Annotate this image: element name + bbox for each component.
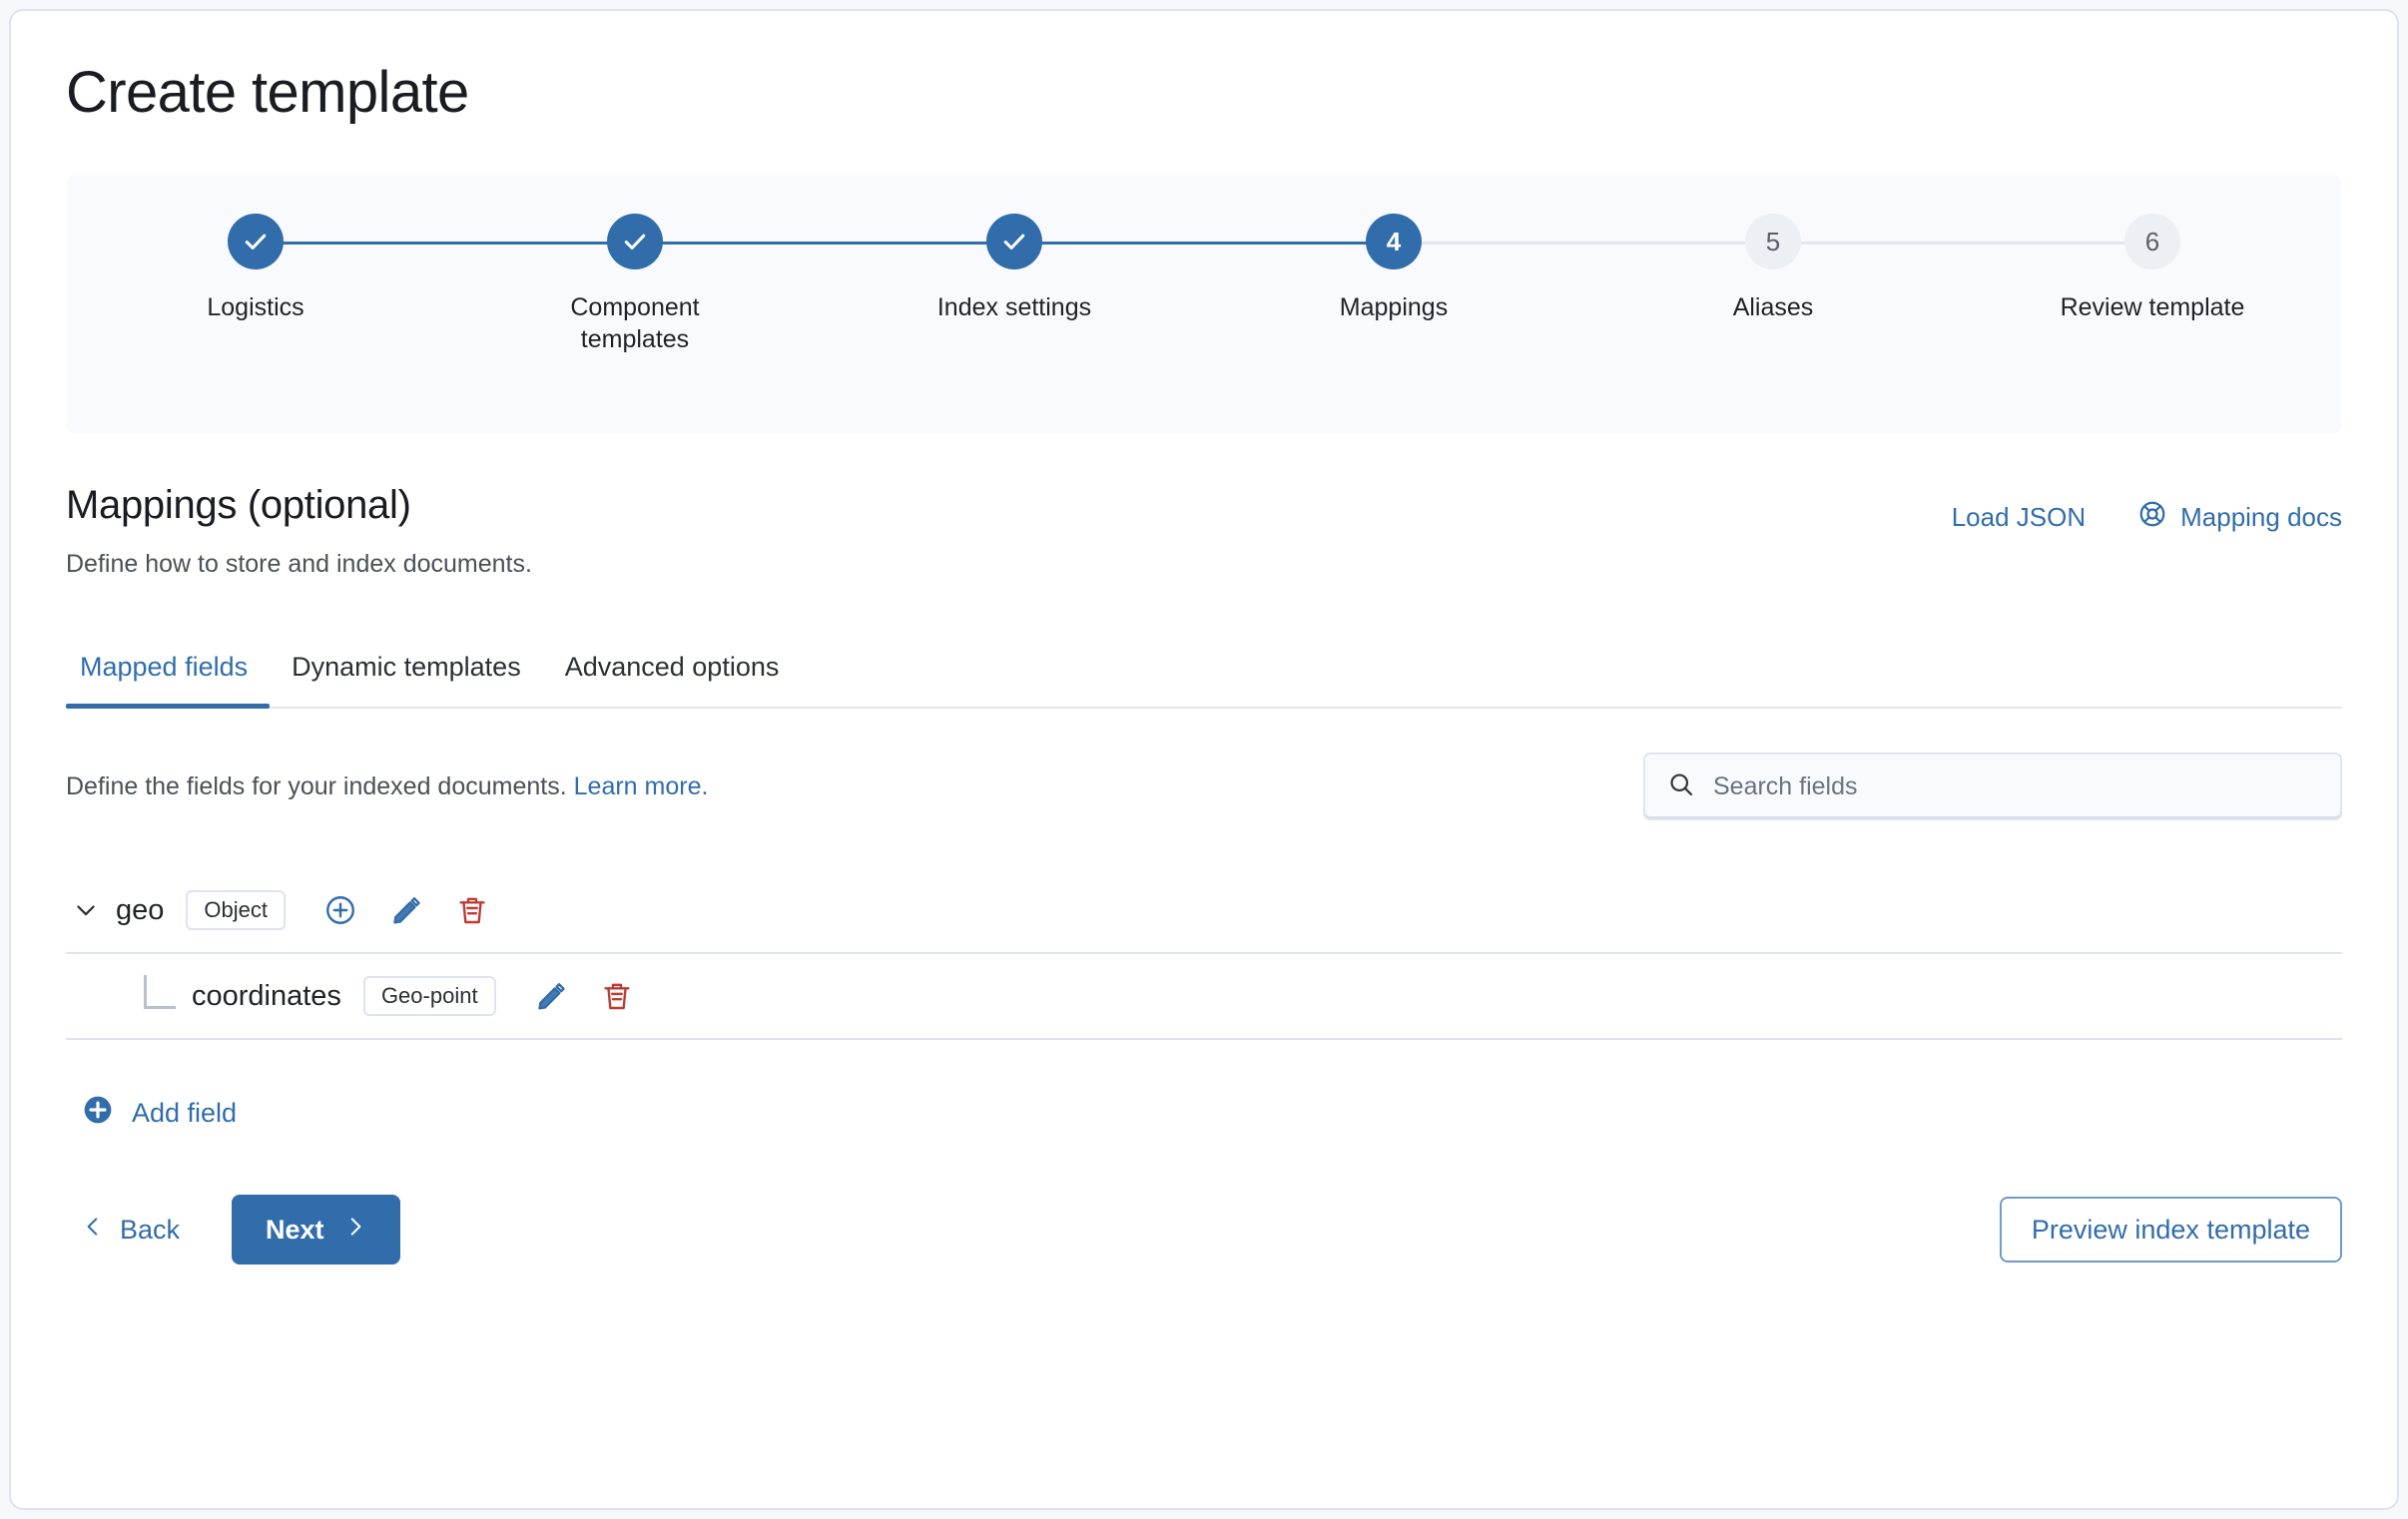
chevron-down-icon[interactable] [66, 890, 106, 930]
tab-advanced-options[interactable]: Advanced options [543, 652, 802, 707]
section-subtitle: Define how to store and index documents. [66, 550, 532, 578]
load-json-link[interactable]: Load JSON [1952, 502, 2086, 533]
mapped-field-row: coordinates Geo-point [66, 954, 2342, 1038]
preview-index-template-button[interactable]: Preview index template [1999, 1197, 2342, 1263]
add-field-button[interactable]: Add field [82, 1094, 237, 1133]
stepper-step-label: Mappings [1339, 293, 1449, 321]
back-button[interactable]: Back [66, 1206, 196, 1255]
edit-pencil-icon[interactable] [385, 889, 427, 931]
chevron-right-icon [344, 1214, 366, 1247]
app-window: Create template Logistics Component templ… [9, 9, 2399, 1510]
create-template-page: Create template Logistics Component templ… [11, 11, 2397, 1508]
mapping-docs-label: Mapping docs [2180, 502, 2342, 532]
field-row-divider [66, 1038, 2342, 1040]
search-fields-box[interactable] [1643, 753, 2342, 820]
mapped-field-row: geo Object [66, 868, 2342, 952]
stepper-step-index-settings[interactable]: Index settings [825, 214, 1204, 323]
step-complete-check-icon [228, 214, 284, 269]
section-title: Mappings (optional) [66, 483, 411, 527]
stepper-step-logistics[interactable]: Logistics [66, 214, 445, 323]
stepper-step-aliases[interactable]: 5 Aliases [1583, 214, 1963, 323]
section-header-links: Load JSON Mapping docs [1952, 499, 2342, 536]
back-label: Back [120, 1214, 181, 1245]
stepper-step-label: Review template [2060, 293, 2245, 321]
delete-trash-icon[interactable] [596, 975, 638, 1017]
stepper-step-label: Logistics [207, 293, 304, 321]
next-label: Next [266, 1214, 324, 1245]
mapped-field-name: geo [116, 893, 165, 926]
edit-pencil-icon[interactable] [530, 975, 572, 1017]
step-number-badge: 4 [1366, 214, 1422, 269]
mapped-fields-list: geo Object coordinates Geo-point [66, 868, 2342, 1040]
tab-dynamic-templates[interactable]: Dynamic templates [270, 652, 543, 707]
add-circle-icon [82, 1094, 114, 1133]
mapping-docs-link[interactable]: Mapping docs [2137, 499, 2342, 536]
search-icon [1667, 770, 1695, 803]
wizard-stepper: Logistics Component templates Index settin… [66, 176, 2342, 433]
next-button[interactable]: Next [232, 1195, 400, 1265]
mappings-heading-group: Mappings (optional) Define how to store … [66, 483, 532, 579]
stepper-steps: Logistics Component templates Index settin… [66, 214, 2342, 355]
chevron-left-icon [82, 1214, 104, 1247]
step-number-badge: 5 [1745, 214, 1801, 269]
load-json-label: Load JSON [1951, 502, 2087, 532]
stepper-step-label: Aliases [1732, 293, 1814, 321]
mapped-field-type-badge: Object [186, 890, 286, 930]
preview-label: Preview index template [2031, 1214, 2310, 1245]
add-field-label: Add field [132, 1098, 238, 1128]
mapped-fields-description: Define the fields for your indexed docum… [66, 772, 708, 801]
delete-trash-icon[interactable] [451, 889, 493, 931]
stepper-step-component-templates[interactable]: Component templates [445, 214, 825, 355]
tree-branch-connector [144, 975, 176, 1009]
learn-more-link[interactable]: Learn more. [574, 772, 709, 800]
mappings-tabs: Mapped fields Dynamic templates Advanced o… [66, 631, 2342, 709]
mappings-section-header: Mappings (optional) Define how to store … [66, 483, 2342, 579]
stepper-step-label: Index settings [936, 293, 1092, 321]
page-title: Create template [66, 60, 469, 125]
stepper-step-review-template[interactable]: 6 Review template [1963, 214, 2342, 323]
search-fields-input[interactable] [1713, 771, 2318, 801]
step-complete-check-icon [986, 214, 1042, 269]
tab-mapped-fields[interactable]: Mapped fields [66, 652, 271, 709]
mapped-field-type-badge: Geo-point [362, 976, 496, 1016]
step-number-badge: 6 [2124, 214, 2180, 269]
lifebuoy-help-icon [2137, 499, 2167, 536]
stepper-step-label: Component templates [570, 293, 700, 353]
mapped-field-actions [530, 975, 638, 1017]
mapped-field-actions [319, 889, 493, 931]
wizard-footer: Back Next Preview index template [66, 1195, 2342, 1265]
add-subfield-icon[interactable] [319, 889, 361, 931]
mapped-fields-description-text: Define the fields for your indexed docum… [66, 771, 567, 800]
footer-left-group: Back Next [66, 1195, 400, 1265]
mapped-fields-toolbar: Define the fields for your indexed docum… [66, 753, 2342, 820]
mapped-field-name: coordinates [192, 979, 341, 1012]
stepper-step-mappings[interactable]: 4 Mappings [1204, 214, 1583, 323]
step-complete-check-icon [607, 214, 663, 269]
